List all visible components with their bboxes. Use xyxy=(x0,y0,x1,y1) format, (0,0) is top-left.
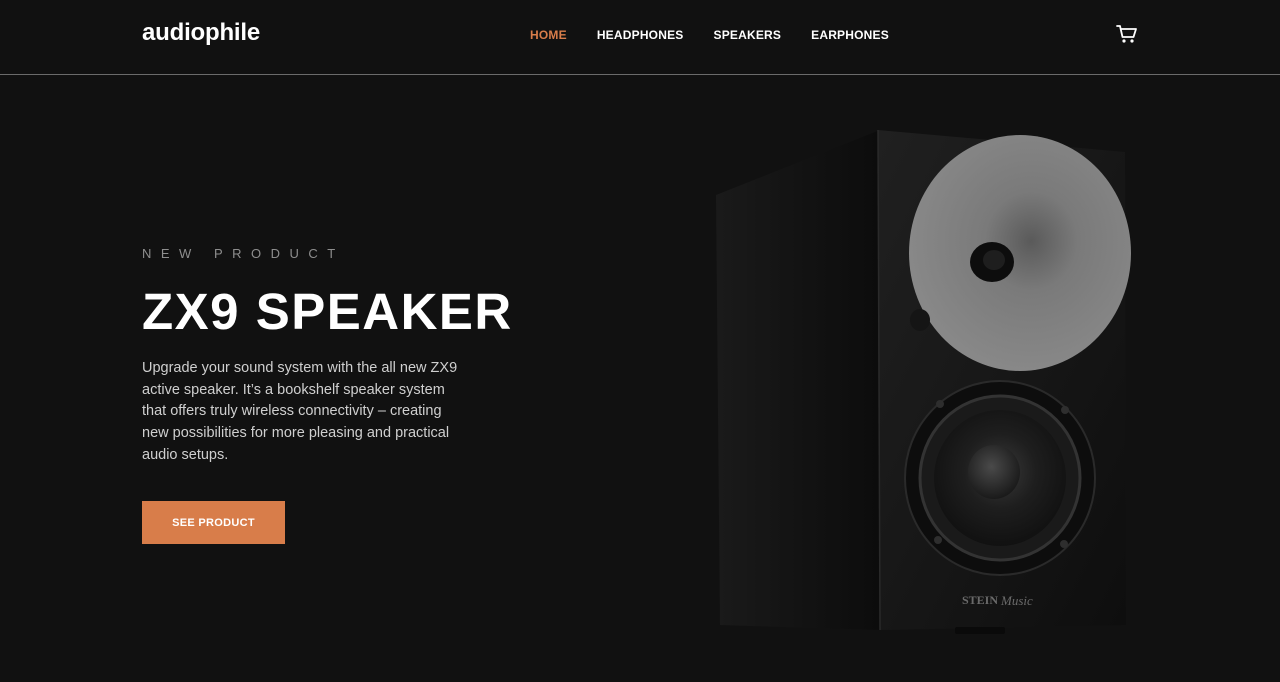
page: audiophile HOME HEADPHONES SPEAKERS EARP… xyxy=(0,0,1280,682)
main-nav: HOME HEADPHONES SPEAKERS EARPHONES xyxy=(530,27,889,43)
header-divider xyxy=(0,74,1280,75)
horn-tweeter xyxy=(909,135,1131,371)
speaker-side xyxy=(716,130,880,630)
hero-description: Upgrade your sound system with the all n… xyxy=(142,360,458,463)
speaker-image: STEIN Music xyxy=(716,129,1131,634)
nav-speakers[interactable]: SPEAKERS xyxy=(714,27,782,43)
site-header: audiophile HOME HEADPHONES SPEAKERS EARP… xyxy=(0,0,1280,75)
see-product-button[interactable]: SEE PRODUCT xyxy=(142,501,285,544)
brand-mark: STEIN xyxy=(962,593,998,607)
logo[interactable]: audiophile xyxy=(142,19,260,47)
nav-home[interactable]: HOME xyxy=(530,27,567,43)
nav-headphones[interactable]: HEADPHONES xyxy=(597,27,684,43)
svg-text:Music: Music xyxy=(1000,593,1033,608)
nav-earphones[interactable]: EARPHONES xyxy=(811,27,889,43)
hero-overline: NEW PRODUCT xyxy=(142,246,345,261)
cart-icon[interactable] xyxy=(1116,24,1138,44)
hero-title: ZX9 SPEAKER xyxy=(142,283,513,340)
